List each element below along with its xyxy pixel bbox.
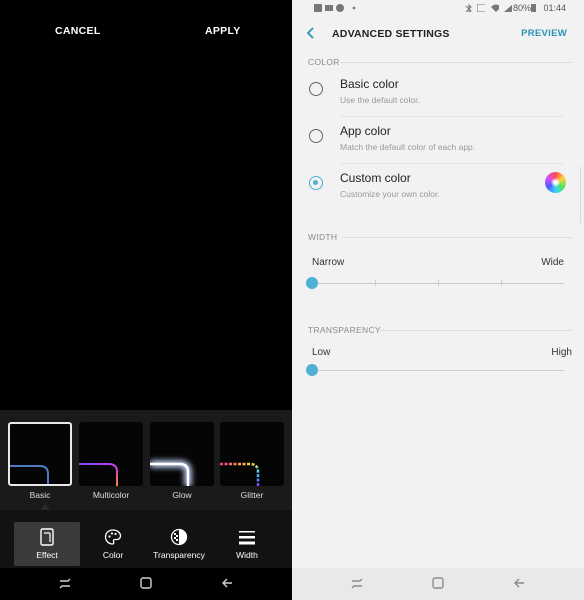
transparency-slider-thumb[interactable] [306,364,318,376]
effect-label-multicolor: Multicolor [92,490,130,500]
mute-icon [477,4,485,12]
option-subtitle-app-color: Match the default color of each app. [340,142,476,152]
tool-effect[interactable]: Effect [14,522,80,566]
edge-panel-handle[interactable] [580,165,584,225]
left-navigation-bar [0,568,292,600]
transparency-min-label: Low [312,347,331,358]
more-notifications-icon [352,6,356,10]
settings-header: ADVANCED SETTINGS PREVIEW [292,18,584,50]
radio-custom-color[interactable] [309,176,323,190]
cancel-button[interactable]: CANCEL [55,25,101,37]
effect-label-basic: Basic [29,490,51,500]
radio-app-color[interactable] [309,129,323,143]
tool-transparency[interactable]: Transparency [148,522,210,566]
battery-percentage: 80% [512,3,531,13]
width-slider-thumb[interactable] [306,277,318,289]
page-title: ADVANCED SETTINGS [332,28,450,40]
edge-lighting-preview-panel: CANCEL APPLY Basic Multicolor Glow Glitt… [0,0,292,600]
recents-icon[interactable] [350,576,364,590]
option-title-app-color: App color [340,124,391,138]
wifi-icon [491,4,499,12]
tool-label-effect: Effect [36,550,58,560]
effect-tray: Basic Multicolor Glow Glitter [0,410,292,510]
effect-thumb-glitter[interactable] [220,422,284,486]
tool-color[interactable]: Color [90,522,136,566]
option-subtitle-basic-color: Use the default color. [340,95,420,105]
status-time: 01:44 [543,3,566,13]
glitter-edge-preview-icon [220,462,260,486]
home-icon[interactable] [139,576,153,590]
effect-thumb-multicolor[interactable] [79,422,143,486]
battery-icon [531,4,536,12]
signal-icon [504,4,512,12]
section-divider-width [342,237,572,238]
width-max-label: Wide [541,257,564,268]
transparency-icon [170,528,188,546]
width-slider-tick [375,280,376,286]
tool-label-width: Width [236,550,258,560]
transparency-max-label: High [551,347,572,358]
transparency-slider-track[interactable] [312,370,564,371]
effect-thumb-basic[interactable] [8,422,72,486]
width-min-label: Narrow [312,257,345,268]
option-subtitle-custom-color: Customize your own color. [340,189,440,199]
tool-label-color: Color [102,550,124,560]
width-slider-tick [501,280,502,286]
width-icon [239,531,255,545]
multicolor-edge-preview-icon [79,463,118,486]
radio-basic-color[interactable] [309,82,323,96]
section-heading-transparency: TRANSPARENCY [308,325,381,335]
back-icon[interactable] [512,576,526,590]
message-notification-icon [336,4,344,12]
cast-notification-icon [325,5,333,11]
status-bar: 80% 01:44 [292,0,584,18]
bottom-toolbar: Effect Color Transparency Width [0,510,292,568]
apply-button[interactable]: APPLY [205,25,241,37]
advanced-settings-panel: 80% 01:44 ADVANCED SETTINGS PREVIEW COLO… [292,0,584,600]
section-divider-color [340,62,572,63]
effect-label-glow: Glow [172,490,192,500]
recents-icon[interactable] [58,576,72,590]
palette-icon [104,529,122,545]
right-navigation-bar [292,568,584,600]
tool-width[interactable]: Width [226,522,268,566]
width-slider-tick [438,280,439,286]
section-heading-width: WIDTH [308,232,338,242]
option-title-custom-color: Custom color [340,171,411,185]
width-slider-track[interactable] [312,280,564,286]
basic-edge-preview-icon [10,465,49,484]
home-icon[interactable] [431,576,445,590]
tool-label-transparency: Transparency [153,550,205,560]
preview-button[interactable]: PREVIEW [521,28,567,39]
section-heading-color: COLOR [308,57,340,67]
option-basic-color[interactable]: Basic color Use the default color. [292,70,574,117]
back-icon[interactable] [220,576,234,590]
effect-icon [40,528,54,546]
section-divider-transparency [379,330,572,331]
option-title-basic-color: Basic color [340,77,399,91]
bluetooth-icon [465,4,472,12]
image-notification-icon [314,4,322,12]
option-app-color[interactable]: App color Match the default color of eac… [292,117,574,164]
effect-thumb-glow[interactable] [150,422,214,486]
effect-label-glitter: Glitter [240,490,264,500]
back-chevron-icon[interactable] [306,27,316,39]
glow-edge-preview-icon [150,460,192,486]
option-custom-color[interactable]: Custom color Customize your own color. [292,164,574,211]
color-wheel-icon[interactable] [545,172,566,193]
